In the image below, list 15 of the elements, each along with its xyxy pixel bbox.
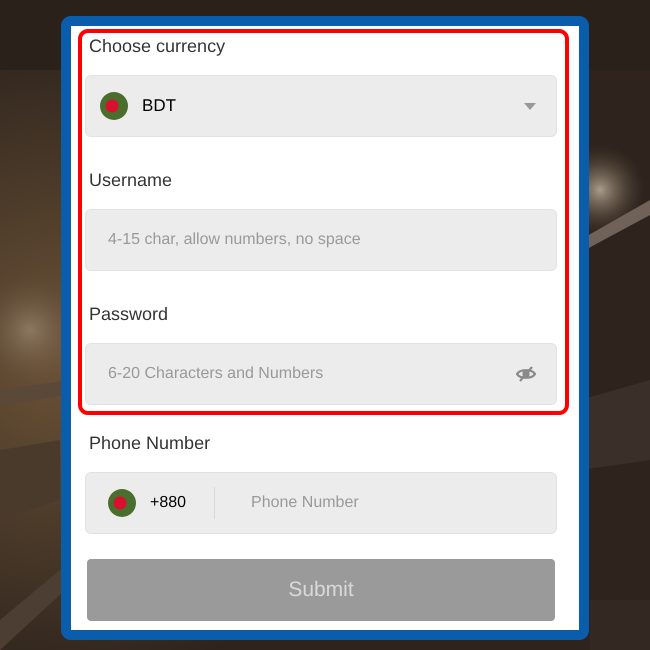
flag-icon (108, 489, 136, 517)
flag-icon (100, 92, 128, 120)
input-field[interactable]: 4-15 char, allow numbers, no space (85, 209, 557, 271)
currency-select[interactable]: BDT (85, 75, 557, 137)
country-code[interactable]: +880 (150, 494, 186, 512)
field-label: Phone Number (89, 432, 210, 454)
field-label: Choose currency (89, 35, 226, 57)
input-field[interactable]: Phone Number (251, 488, 540, 518)
eye-slash-icon[interactable] (516, 366, 536, 382)
phone-field[interactable]: +880 Phone Number (85, 472, 557, 534)
field-label: Username (89, 169, 172, 191)
caret-icon (524, 102, 536, 110)
input-field[interactable]: 6-20 Characters and Numbers (108, 359, 516, 389)
password-field[interactable]: 6-20 Characters and Numbers (85, 343, 557, 405)
field-label: Password (89, 303, 168, 325)
